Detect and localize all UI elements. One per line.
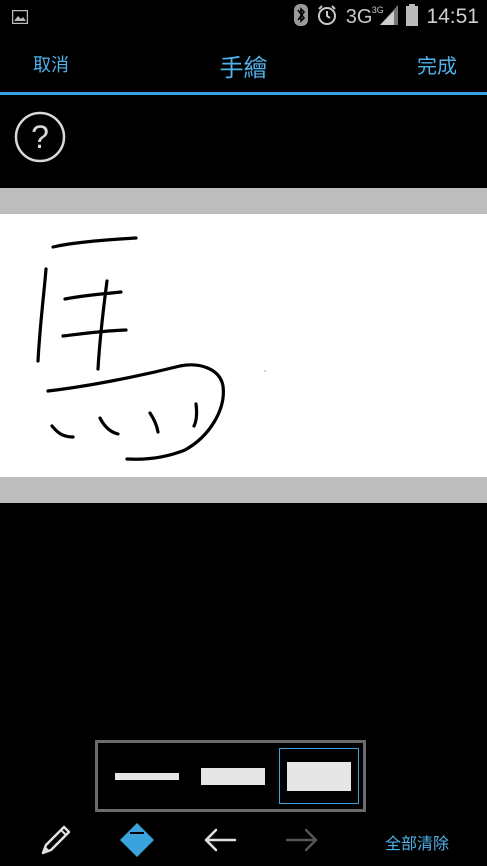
thin-line-icon <box>115 772 179 780</box>
action-bar: 取消 手繪 完成 <box>0 34 487 95</box>
medium-line-icon <box>201 767 265 785</box>
help-area: ? <box>0 95 487 188</box>
brush-size-thin[interactable] <box>107 748 187 804</box>
status-bar: 3G 3G 14:51 <box>0 0 487 34</box>
redo-arrow-icon[interactable] <box>282 820 322 860</box>
canvas-frame <box>0 188 487 503</box>
alarm-icon <box>316 4 338 30</box>
pencil-icon[interactable] <box>36 820 76 860</box>
help-icon[interactable]: ? <box>14 111 66 163</box>
eraser-icon[interactable] <box>117 820 157 860</box>
help-glyph: ? <box>31 119 49 155</box>
brush-size-thick[interactable] <box>279 748 359 804</box>
undo-arrow-icon[interactable] <box>200 820 240 860</box>
handwriting-strokes <box>36 236 266 461</box>
battery-icon <box>406 4 419 30</box>
bluetooth-icon <box>293 4 308 30</box>
bottom-toolbar: 全部清除 <box>0 812 487 866</box>
thick-line-icon <box>287 761 351 791</box>
clock: 14:51 <box>426 5 479 28</box>
done-button[interactable]: 完成 <box>417 50 457 79</box>
brush-size-picker <box>95 740 366 812</box>
clear-all-button[interactable]: 全部清除 <box>385 830 449 854</box>
canvas-top-border <box>0 188 487 214</box>
network-type-label: 3G <box>345 5 373 28</box>
network-sub-label: 3G <box>371 4 384 15</box>
page-title: 手繪 <box>219 54 268 82</box>
brush-size-medium[interactable] <box>193 748 273 804</box>
canvas-bottom-border <box>0 477 487 503</box>
drawing-canvas[interactable] <box>0 214 487 477</box>
image-notification-icon <box>11 9 29 28</box>
